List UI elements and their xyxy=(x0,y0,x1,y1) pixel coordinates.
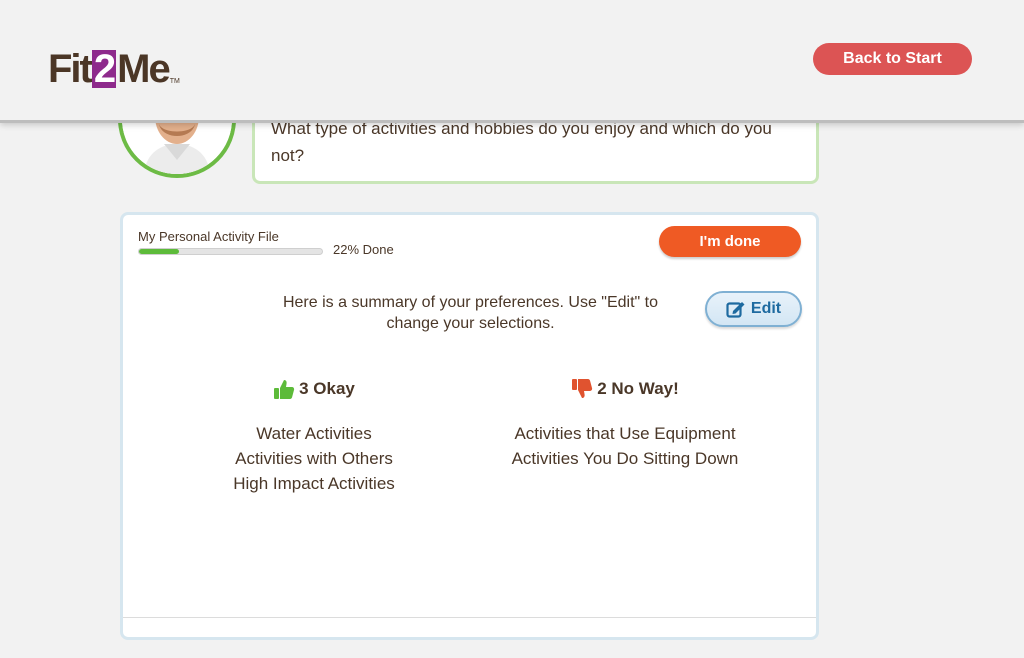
edit-icon xyxy=(726,302,745,318)
okay-item: Water Activities xyxy=(256,424,372,443)
summary-text: Here is a summary of your preferences. U… xyxy=(282,294,659,332)
logo-text-2: 2 xyxy=(91,47,116,91)
logo-text-fit: Fit xyxy=(48,47,93,91)
activity-summary-card: My Personal Activity File 22% Done I'm d… xyxy=(120,212,819,640)
fit2me-logo: Fit 2 Me TM xyxy=(48,34,180,104)
okay-heading-text: 3 Okay xyxy=(299,379,355,398)
no-way-heading-text: 2 No Way! xyxy=(597,379,679,398)
okay-column: 3 Okay Water Activities Activities with … xyxy=(184,375,444,496)
progress-bar xyxy=(138,248,323,255)
no-way-item: Activities You Do Sitting Down xyxy=(511,449,739,468)
thumbs-down-icon xyxy=(572,379,593,398)
card-divider xyxy=(123,617,816,618)
app-header: Fit 2 Me TM Back to Start xyxy=(0,0,1024,120)
thumbs-up-icon xyxy=(274,380,295,399)
no-way-heading: 2 No Way! xyxy=(495,375,755,403)
edit-button-label: Edit xyxy=(750,300,782,317)
edit-button[interactable]: Edit xyxy=(705,291,802,327)
coach-question-text: What type of activities and hobbies do y… xyxy=(271,119,772,165)
okay-item: Activities with Others xyxy=(235,449,393,468)
no-way-item: Activities that Use Equipment xyxy=(514,424,736,443)
progress-percent-text: 22% Done xyxy=(333,242,394,257)
okay-item: High Impact Activities xyxy=(233,474,395,493)
progress-bar-fill xyxy=(139,249,180,254)
no-way-column: 2 No Way! Activities that Use Equipment … xyxy=(495,375,755,471)
progress-label: My Personal Activity File xyxy=(138,229,279,244)
okay-list: Water Activities Activities with Others … xyxy=(184,421,444,496)
okay-heading: 3 Okay xyxy=(184,375,444,403)
no-way-list: Activities that Use Equipment Activities… xyxy=(495,421,755,471)
back-to-start-button[interactable]: Back to Start xyxy=(813,43,972,75)
logo-trademark: TM xyxy=(169,78,180,85)
im-done-button[interactable]: I'm done xyxy=(659,226,801,257)
logo-text-me: Me xyxy=(117,47,171,91)
